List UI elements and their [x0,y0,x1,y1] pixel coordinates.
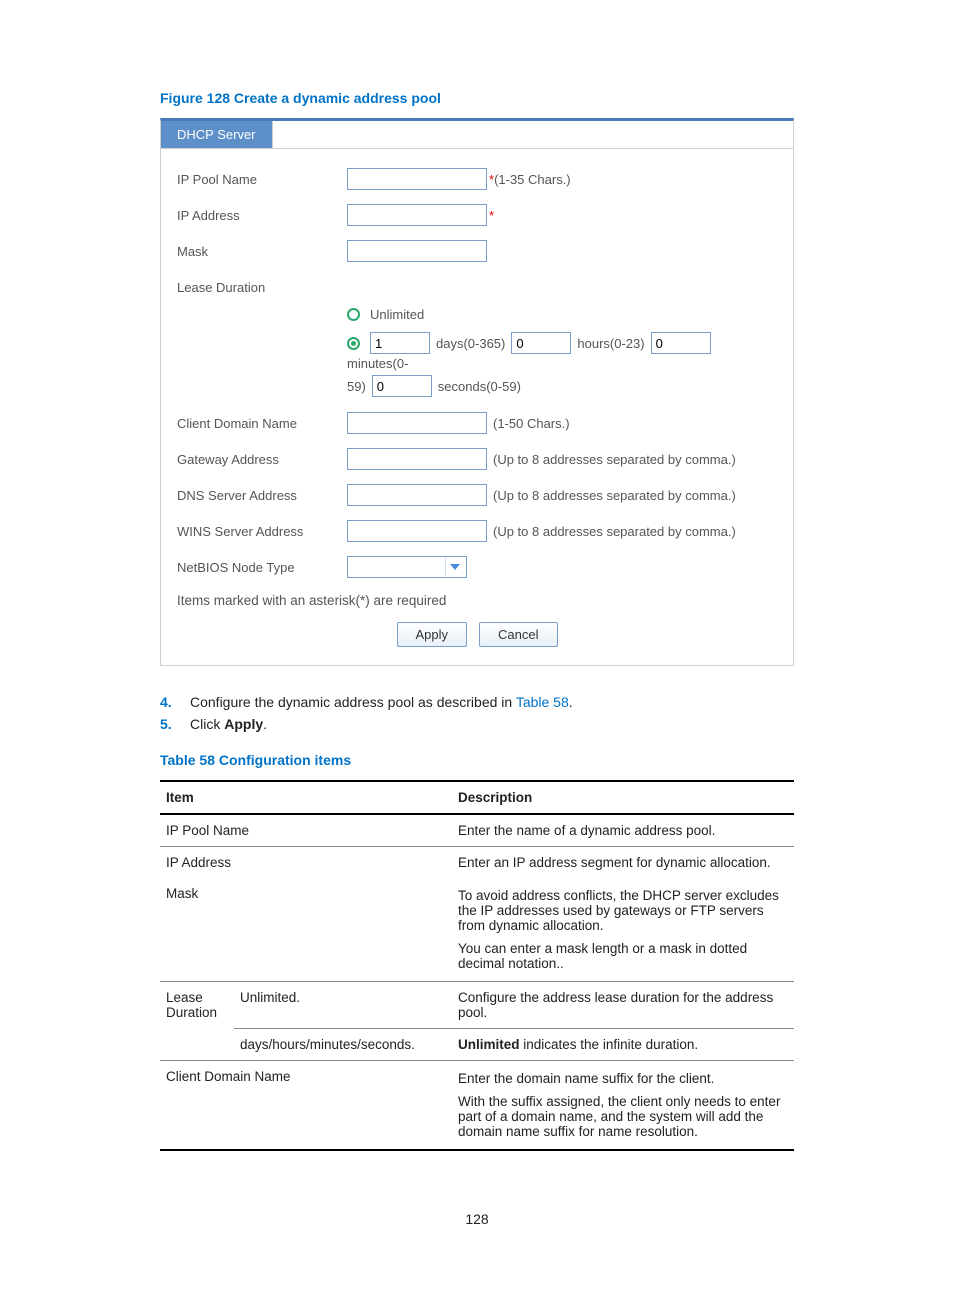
cell-desc: Enter the name of a dynamic address pool… [452,814,794,847]
page-number: 128 [160,1211,794,1227]
label-unlimited: Unlimited [370,307,424,322]
step-4-text: Configure the dynamic address pool as de… [190,694,573,710]
cell-desc: Unlimited indicates the infinite duratio… [452,1029,794,1061]
cell-subitem: days/hours/minutes/seconds. [234,1029,452,1061]
step-5-text: Click Apply. [190,716,267,732]
cell-item: IP Pool Name [160,814,452,847]
cell-desc: Configure the address lease duration for… [452,982,794,1029]
hours-input[interactable] [511,332,571,354]
cell-desc: Enter the domain name suffix for the cli… [452,1061,794,1151]
hint-days: days(0-365) [436,336,505,351]
th-item: Item [160,781,452,814]
tab-dhcp-server[interactable]: DHCP Server [161,121,273,148]
label-lease-duration: Lease Duration [177,280,347,295]
label-ip-address: IP Address [177,208,347,223]
cell-item: Mask [160,878,452,982]
dns-server-address-input[interactable] [347,484,487,506]
hint-up-to-8: (Up to 8 addresses separated by comma.) [493,452,736,467]
th-description: Description [452,781,794,814]
hint-hours: hours(0-23) [577,336,644,351]
label-dns-server-address: DNS Server Address [177,488,347,503]
netbios-node-type-select[interactable] [347,556,467,578]
wins-server-address-input[interactable] [347,520,487,542]
label-gateway-address: Gateway Address [177,452,347,467]
table-row: Client Domain Name Enter the domain name… [160,1061,794,1151]
cell-item: Client Domain Name [160,1061,452,1151]
label-netbios-node-type: NetBIOS Node Type [177,560,347,575]
days-input[interactable] [370,332,430,354]
mask-input[interactable] [347,240,487,262]
minutes-input[interactable] [651,332,711,354]
client-domain-name-input[interactable] [347,412,487,434]
configuration-items-table: Item Description IP Pool Name Enter the … [160,780,794,1151]
chevron-down-icon [445,558,464,576]
hint-chars-1-35: (1-35 Chars.) [494,172,571,187]
radio-custom-duration[interactable] [347,337,360,350]
step-number-5: 5. [160,716,190,732]
seconds-input[interactable] [372,375,432,397]
cell-desc: To avoid address conflicts, the DHCP ser… [452,878,794,982]
dhcp-panel: DHCP Server IP Pool Name * (1-35 Chars.)… [160,118,794,666]
required-asterisk: * [489,208,494,223]
table-caption: Table 58 Configuration items [160,752,794,768]
cell-item: IP Address [160,847,452,879]
table-row: Mask To avoid address conflicts, the DHC… [160,878,794,982]
hint-minutes-suffix: 59) [347,379,366,394]
table-row: Lease Duration Unlimited. Configure the … [160,982,794,1029]
step-number-4: 4. [160,694,190,710]
table-row: IP Pool Name Enter the name of a dynamic… [160,814,794,847]
apply-button[interactable]: Apply [397,622,468,647]
hint-minutes-prefix: minutes(0- [347,356,408,371]
hint-up-to-8: (Up to 8 addresses separated by comma.) [493,488,736,503]
gateway-address-input[interactable] [347,448,487,470]
hint-up-to-8: (Up to 8 addresses separated by comma.) [493,524,736,539]
cell-item: Lease Duration [160,982,234,1061]
cell-subitem: Unlimited. [234,982,452,1029]
label-wins-server-address: WINS Server Address [177,524,347,539]
hint-seconds: seconds(0-59) [438,379,521,394]
hint-chars-1-50: (1-50 Chars.) [493,416,570,431]
ip-address-input[interactable] [347,204,487,226]
radio-unlimited[interactable] [347,308,360,321]
label-mask: Mask [177,244,347,259]
cell-desc: Enter an IP address segment for dynamic … [452,847,794,879]
required-note: Items marked with an asterisk(*) are req… [177,593,793,608]
link-table-58[interactable]: Table 58 [516,694,569,710]
label-client-domain-name: Client Domain Name [177,416,347,431]
table-row: IP Address Enter an IP address segment f… [160,847,794,879]
ip-pool-name-input[interactable] [347,168,487,190]
figure-caption: Figure 128 Create a dynamic address pool [160,90,794,106]
label-ip-pool-name: IP Pool Name [177,172,347,187]
table-row: days/hours/minutes/seconds. Unlimited in… [160,1029,794,1061]
cancel-button[interactable]: Cancel [479,622,557,647]
